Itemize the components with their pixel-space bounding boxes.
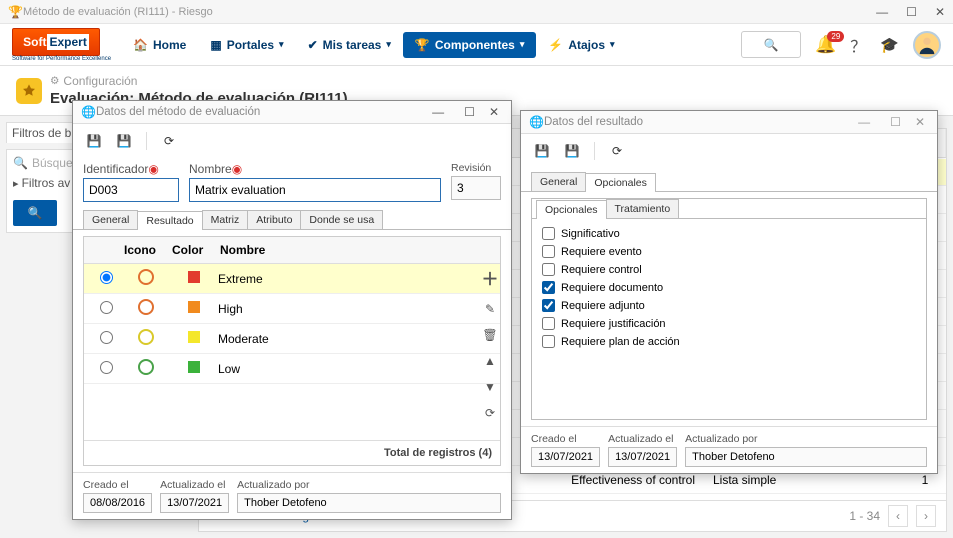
reload-icon[interactable]: ⟳: [485, 406, 495, 420]
dialog-title: Datos del método de evaluación: [96, 106, 422, 118]
help-icon[interactable]: ？: [850, 33, 866, 57]
updated-by: Thober Detofeno: [237, 493, 501, 513]
logo: SoftExpert Software for Performance Exce…: [12, 28, 111, 62]
created-date2: 13/07/2021: [531, 447, 600, 467]
refresh-icon[interactable]: ⟳: [158, 130, 180, 152]
dialog2-close[interactable]: ✕: [915, 115, 925, 129]
method-dialog: 🌐 Datos del método de evaluación — ☐ ✕ 💾…: [72, 100, 512, 520]
grid-row[interactable]: Extreme: [84, 264, 500, 294]
option-significativo[interactable]: Significativo: [542, 227, 916, 240]
grid-row[interactable]: Low: [84, 354, 500, 384]
dialog-icon: 🌐: [81, 105, 96, 119]
tab2-opcionales[interactable]: Opcionales: [585, 173, 656, 192]
up-icon[interactable]: ▲: [484, 354, 496, 368]
prev-page[interactable]: ‹: [888, 505, 908, 527]
tab-resultado[interactable]: Resultado: [137, 211, 202, 230]
tab-general[interactable]: General: [83, 210, 138, 229]
innertab-tratamiento[interactable]: Tratamiento: [606, 199, 680, 218]
tab-atributo[interactable]: Atributo: [247, 210, 301, 229]
dialog-min[interactable]: —: [432, 105, 444, 119]
grad-icon[interactable]: 🎓: [880, 36, 899, 54]
dialog2-title: Datos del resultado: [544, 116, 848, 128]
page-range: 1 - 34: [849, 509, 880, 523]
option-requiere-adjunto[interactable]: Requiere adjunto: [542, 299, 916, 312]
option-requiere-control[interactable]: Requiere control: [542, 263, 916, 276]
created-date: 08/08/2016: [83, 493, 152, 513]
next-page[interactable]: ›: [916, 505, 936, 527]
updated-by2: Thober Detofeno: [685, 447, 927, 467]
dialog-max[interactable]: ☐: [464, 105, 475, 119]
down-icon[interactable]: ▼: [484, 380, 496, 394]
module-icon: [16, 78, 42, 104]
option-requiere-documento[interactable]: Requiere documento: [542, 281, 916, 294]
breadcrumb: ⚙ Configuración: [50, 74, 348, 88]
save-icon[interactable]: 💾: [113, 130, 135, 152]
close-icon[interactable]: ✕: [935, 5, 945, 19]
grid-row[interactable]: Moderate: [84, 324, 500, 354]
search-button[interactable]: 🔍: [13, 200, 57, 226]
maximize-icon[interactable]: ☐: [906, 5, 917, 19]
save-exit-icon[interactable]: 💾: [83, 130, 105, 152]
minimize-icon[interactable]: —: [876, 5, 888, 19]
option-requiere-plan-de-acción[interactable]: Requiere plan de acción: [542, 335, 916, 348]
id-input[interactable]: [83, 178, 179, 202]
updated-date: 13/07/2021: [160, 493, 229, 513]
edit-icon[interactable]: ✎: [485, 302, 495, 316]
dialog-close[interactable]: ✕: [489, 105, 499, 119]
grid-total: Total de registros (4): [84, 440, 500, 465]
save-icon[interactable]: 💾: [561, 140, 583, 162]
delete-icon[interactable]: 🗑: [482, 328, 497, 342]
name-input[interactable]: [189, 178, 441, 202]
dialog2-min[interactable]: —: [858, 115, 870, 129]
innertab-opcionales[interactable]: Opcionales: [536, 200, 607, 219]
window-title: Método de evaluación (RI111) - Riesgo: [23, 6, 876, 18]
nav-atajos[interactable]: ⚡ Atajos ▾: [536, 32, 626, 58]
tab-donde se usa[interactable]: Donde se usa: [300, 210, 383, 229]
tab2-general[interactable]: General: [531, 172, 586, 191]
nav-home[interactable]: 🏠 Home: [121, 32, 198, 58]
option-requiere-justificación[interactable]: Requiere justificación: [542, 317, 916, 330]
grid-row[interactable]: High: [84, 294, 500, 324]
rev-input[interactable]: [451, 176, 501, 200]
nav-tareas[interactable]: ✔ Mis tareas ▾: [296, 32, 403, 58]
add-icon[interactable]: ＋: [482, 265, 499, 290]
save-exit-icon[interactable]: 💾: [531, 140, 553, 162]
updated-date2: 13/07/2021: [608, 447, 677, 467]
option-requiere-evento[interactable]: Requiere evento: [542, 245, 916, 258]
app-icon: 🏆: [8, 5, 23, 19]
refresh-icon[interactable]: ⟳: [606, 140, 628, 162]
notifications-icon[interactable]: 🔔29: [815, 35, 836, 55]
dialog2-max[interactable]: ☐: [890, 115, 901, 129]
tab-matriz[interactable]: Matriz: [202, 210, 249, 229]
global-search[interactable]: 🔍: [741, 31, 801, 58]
avatar[interactable]: [913, 31, 941, 59]
result-dialog: 🌐 Datos del resultado — ☐ ✕ 💾 💾 ⟳ Genera…: [520, 110, 938, 474]
dialog-icon: 🌐: [529, 115, 544, 129]
results-grid: Icono Color Nombre Extreme High Moderate…: [83, 236, 501, 466]
nav-portales[interactable]: ▦ Portales ▾: [198, 32, 295, 58]
nav-componentes[interactable]: 🏆 Componentes ▾: [403, 32, 537, 58]
